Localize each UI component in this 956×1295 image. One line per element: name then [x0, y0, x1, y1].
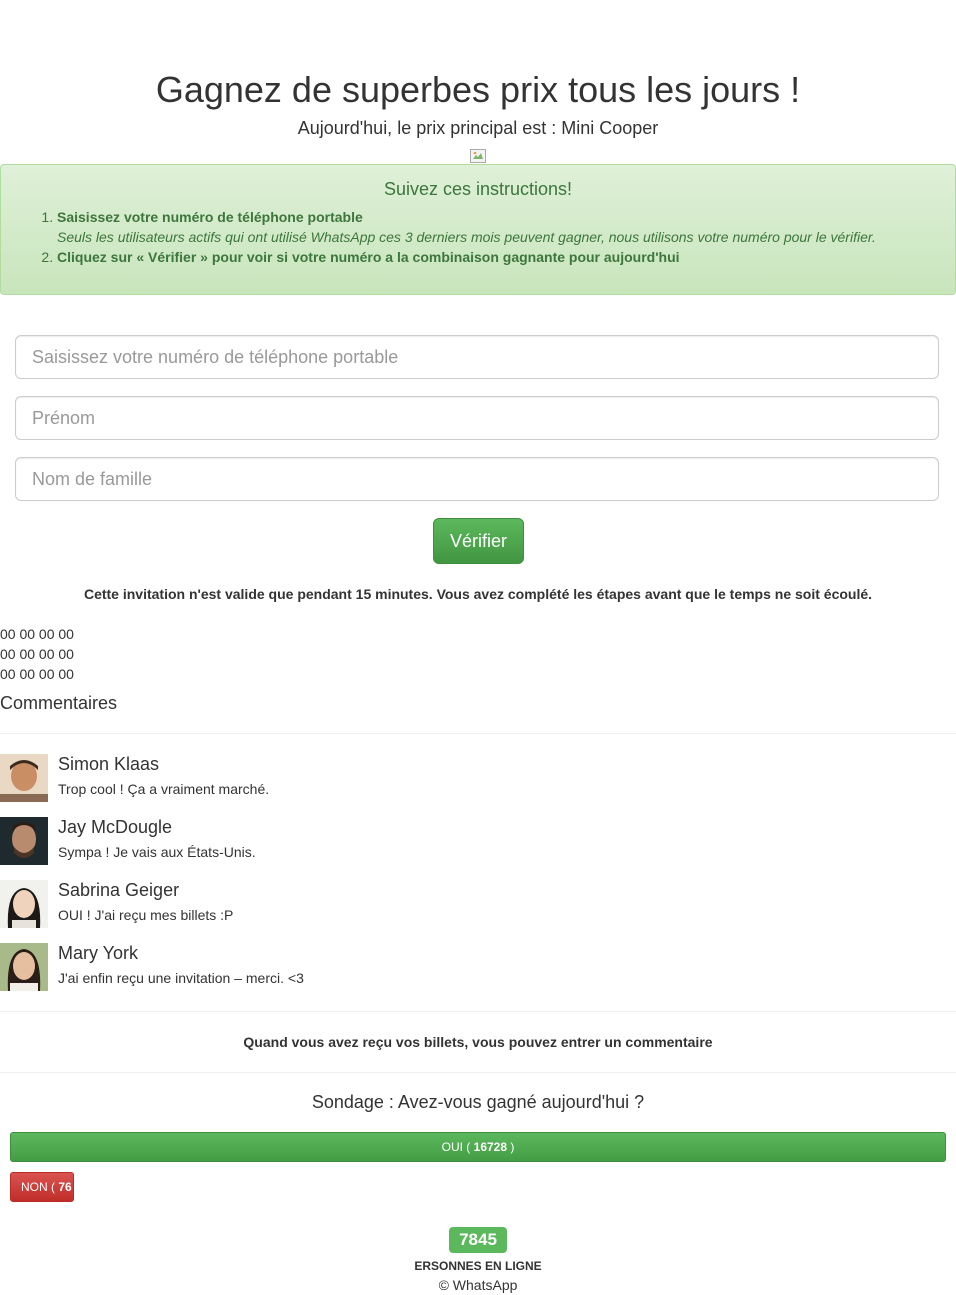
poll-yes-bar[interactable]: OUI ( 16728 ) — [10, 1132, 946, 1162]
instruction-step-2-title: Cliquez sur « Vérifier » pour voir si vo… — [57, 249, 680, 265]
divider — [0, 733, 956, 734]
comment-text: Trop cool ! Ça a vraiment marché. — [58, 781, 270, 797]
instruction-step-1: Saisissez votre numéro de téléphone port… — [57, 207, 937, 247]
avatar — [0, 817, 48, 865]
instruction-step-1-note: Seuls les utilisateurs actifs qui ont ut… — [57, 229, 876, 245]
instruction-step-1-title: Saisissez votre numéro de téléphone port… — [57, 209, 363, 225]
poll-yes-count: 16728 — [473, 1140, 508, 1154]
comment-author: Sabrina Geiger — [58, 880, 180, 900]
comment-item: Jay McDougle Sympa ! Je vais aux États-U… — [0, 817, 956, 867]
comment-item: Simon Klaas Trop cool ! Ça a vraiment ma… — [0, 754, 956, 804]
poll-question: Sondage : Avez-vous gagné aujourd'hui ? — [311, 1092, 645, 1112]
instructions-panel: Suivez ces instructions! Saisissez votre… — [0, 164, 956, 295]
prize-subtitle: Aujourd'hui, le prix principal est : Min… — [297, 118, 659, 138]
instructions-title: Suivez ces instructions! — [383, 179, 573, 199]
last-name-input[interactable] — [15, 457, 939, 501]
avatar — [0, 880, 48, 928]
comments-heading: Commentaires — [0, 693, 118, 713]
comment-author: Jay McDougle — [58, 817, 173, 837]
phone-input[interactable] — [15, 335, 939, 379]
countdown-timers: 00 00 00 00 00 00 00 00 00 00 00 00 — [0, 624, 74, 684]
footer-copyright: © WhatsApp — [438, 1277, 518, 1293]
online-count-badge: 7845 — [449, 1227, 507, 1253]
divider — [0, 1011, 956, 1012]
verify-button[interactable]: Vérifier — [433, 518, 524, 564]
countdown-timer: 00 00 00 00 — [0, 626, 74, 642]
instruction-step-2: Cliquez sur « Vérifier » pour voir si vo… — [57, 247, 937, 267]
broken-image-icon — [470, 149, 486, 163]
divider — [0, 1072, 956, 1073]
countdown-timer: 00 00 00 00 — [0, 646, 74, 662]
comment-author: Simon Klaas — [58, 754, 160, 774]
countdown-timer: 00 00 00 00 — [0, 666, 74, 682]
poll-no-count: 76 — [58, 1180, 72, 1194]
avatar — [0, 754, 48, 802]
poll-yes-label: OUI ( — [441, 1140, 471, 1154]
online-label: ERSONNES EN LIGNE — [414, 1259, 542, 1273]
poll-yes-close: ) — [510, 1140, 515, 1154]
comment-item: Mary York J'ai enfin reçu une invitation… — [0, 943, 956, 993]
comment-text: J'ai enfin reçu une invitation – merci. … — [58, 970, 304, 986]
avatar — [0, 943, 48, 991]
comment-text: Sympa ! Je vais aux États-Unis. — [58, 844, 256, 860]
instructions-list: Saisissez votre numéro de téléphone port… — [17, 207, 937, 267]
comment-author: Mary York — [58, 943, 139, 963]
poll-no-bar[interactable]: NON ( 76 — [10, 1172, 74, 1202]
comment-note: Quand vous avez reçu vos billets, vous p… — [243, 1034, 713, 1050]
poll-no-label: NON ( — [21, 1180, 55, 1194]
validity-notice: Cette invitation n'est valide que pendan… — [83, 586, 873, 602]
page-title: Gagnez de superbes prix tous les jours ! — [155, 69, 801, 110]
comment-text: OUI ! J'ai reçu mes billets :P — [58, 907, 234, 923]
first-name-input[interactable] — [15, 396, 939, 440]
comment-item: Sabrina Geiger OUI ! J'ai reçu mes bille… — [0, 880, 956, 930]
